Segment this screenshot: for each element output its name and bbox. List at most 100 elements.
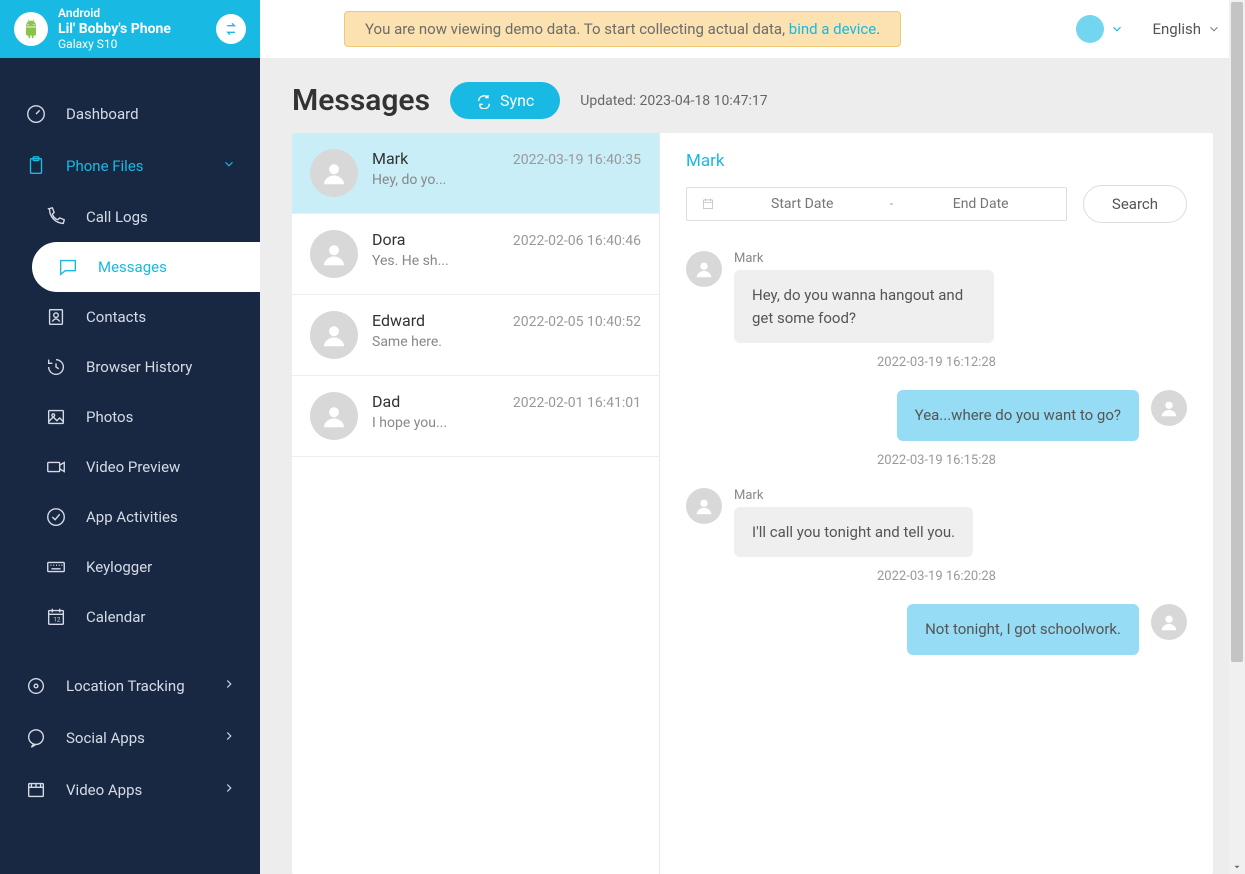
bind-device-link[interactable]: bind a device xyxy=(789,20,876,38)
avatar-icon xyxy=(310,392,358,440)
clipboard-icon xyxy=(24,154,48,178)
android-icon xyxy=(14,12,48,46)
nav-dashboard[interactable]: Dashboard xyxy=(0,88,260,140)
nav-keylogger[interactable]: Keylogger xyxy=(20,542,260,592)
language-select[interactable]: English xyxy=(1152,20,1221,38)
nav-label: Video Preview xyxy=(86,458,180,476)
avatar-icon xyxy=(1151,604,1187,640)
chat-contact-name: Mark xyxy=(686,151,1187,171)
thread-item[interactable]: Dora2022-02-06 16:40:46 Yes. He sh... xyxy=(292,214,659,295)
scroll-down-icon[interactable] xyxy=(1232,862,1242,872)
end-date-input[interactable] xyxy=(909,196,1052,212)
app-icon xyxy=(44,505,68,529)
nav-label: Contacts xyxy=(86,308,146,326)
nav-label: Phone Files xyxy=(66,157,144,175)
thread-name: Dad xyxy=(372,392,400,411)
message-timestamp: 2022-03-19 16:20:28 xyxy=(686,569,1187,584)
nav: Dashboard Phone Files Call Logs Messages… xyxy=(0,58,260,874)
video-icon xyxy=(44,455,68,479)
nav-video-apps[interactable]: Video Apps xyxy=(0,764,260,816)
thread-time: 2022-02-06 16:40:46 xyxy=(513,233,641,249)
message-row: Not tonight, I got schoolwork. xyxy=(686,604,1187,655)
nav-social-apps[interactable]: Social Apps xyxy=(0,712,260,764)
nav-app-activities[interactable]: App Activities xyxy=(20,492,260,542)
device-model: Galaxy S10 xyxy=(58,37,216,51)
thread-list: Mark2022-03-19 16:40:35 Hey, do yo... Do… xyxy=(292,133,660,874)
nav-label: App Activities xyxy=(86,508,178,526)
thread-name: Dora xyxy=(372,230,405,249)
phone-icon xyxy=(44,205,68,229)
messages-content: Mark2022-03-19 16:40:35 Hey, do yo... Do… xyxy=(292,133,1213,874)
message-bubble: Not tonight, I got schoolwork. xyxy=(907,604,1139,655)
chevron-down-icon xyxy=(1207,22,1221,36)
nav-label: Social Apps xyxy=(66,729,145,747)
nav-label: Keylogger xyxy=(86,558,152,576)
swap-device-button[interactable] xyxy=(216,14,246,44)
demo-banner: You are now viewing demo data. To start … xyxy=(344,11,901,47)
location-icon xyxy=(24,674,48,698)
thread-item[interactable]: Edward2022-02-05 10:40:52 Same here. xyxy=(292,295,659,376)
device-info: Android Lil' Bobby's Phone Galaxy S10 xyxy=(58,6,216,52)
chat-filter: - Search xyxy=(686,185,1187,223)
thread-name: Edward xyxy=(372,311,425,330)
nav-label: Messages xyxy=(98,258,167,276)
avatar-icon xyxy=(310,230,358,278)
device-name: Lil' Bobby's Phone xyxy=(58,21,216,38)
avatar-icon xyxy=(310,311,358,359)
thread-preview: Hey, do yo... xyxy=(372,172,641,188)
history-icon xyxy=(44,355,68,379)
search-button[interactable]: Search xyxy=(1083,185,1187,223)
demo-text-prefix: You are now viewing demo data. To start … xyxy=(365,20,789,38)
nav-calendar[interactable]: 12 Calendar xyxy=(20,592,260,642)
calendar-icon: 12 xyxy=(44,605,68,629)
message-bubble: I'll call you tonight and tell you. xyxy=(734,507,973,558)
date-range-input[interactable]: - xyxy=(686,187,1067,221)
calendar-icon xyxy=(701,197,715,211)
thread-preview: I hope you... xyxy=(372,415,641,431)
sync-button[interactable]: Sync xyxy=(450,82,560,119)
nav-contacts[interactable]: Contacts xyxy=(20,292,260,342)
chat-messages: MarkHey, do you wanna hangout and get so… xyxy=(686,251,1187,661)
demo-text-suffix: . xyxy=(876,20,880,38)
photo-icon xyxy=(44,405,68,429)
thread-name: Mark xyxy=(372,149,408,168)
sidebar: Android Lil' Bobby's Phone Galaxy S10 Da… xyxy=(0,0,260,874)
window-scrollbar[interactable] xyxy=(1229,0,1245,874)
nav-label: Call Logs xyxy=(86,208,148,226)
scrollbar-thumb[interactable] xyxy=(1231,2,1243,662)
main: You are now viewing demo data. To start … xyxy=(260,0,1245,874)
nav-photos[interactable]: Photos xyxy=(20,392,260,442)
message-timestamp: 2022-03-19 16:12:28 xyxy=(686,355,1187,370)
page-title: Messages xyxy=(292,83,430,118)
nav-label: Photos xyxy=(86,408,133,426)
thread-preview: Same here. xyxy=(372,334,641,350)
chat-icon xyxy=(24,726,48,750)
nav-phone-files-sub: Call Logs Messages Contacts Browser Hist… xyxy=(0,192,260,642)
nav-video-preview[interactable]: Video Preview xyxy=(20,442,260,492)
user-avatar-icon xyxy=(1076,15,1104,43)
thread-item[interactable]: Dad2022-02-01 16:41:01 I hope you... xyxy=(292,376,659,457)
message-row: MarkHey, do you wanna hangout and get so… xyxy=(686,251,1187,343)
device-os: Android xyxy=(58,6,216,20)
chevron-right-icon xyxy=(222,677,236,695)
message-sender: Mark xyxy=(734,251,994,266)
nav-location-tracking[interactable]: Location Tracking xyxy=(0,660,260,712)
date-sep: - xyxy=(890,196,894,212)
chat-panel: Mark - Search MarkHey, do you wanna hang… xyxy=(660,133,1213,874)
nav-call-logs[interactable]: Call Logs xyxy=(20,192,260,242)
start-date-input[interactable] xyxy=(731,196,874,212)
nav-label: Dashboard xyxy=(66,105,139,123)
nav-label: Calendar xyxy=(86,608,146,626)
thread-item[interactable]: Mark2022-03-19 16:40:35 Hey, do yo... xyxy=(292,133,659,214)
user-menu[interactable] xyxy=(1076,15,1124,43)
nav-browser-history[interactable]: Browser History xyxy=(20,342,260,392)
film-icon xyxy=(24,778,48,802)
nav-phone-files[interactable]: Phone Files xyxy=(0,140,260,192)
nav-messages[interactable]: Messages xyxy=(32,242,260,292)
message-row: MarkI'll call you tonight and tell you. xyxy=(686,488,1187,558)
nav-label: Video Apps xyxy=(66,781,142,799)
sync-label: Sync xyxy=(500,91,534,110)
message-bubble: Yea...where do you want to go? xyxy=(897,390,1139,441)
chevron-right-icon xyxy=(222,729,236,747)
message-icon xyxy=(56,255,80,279)
